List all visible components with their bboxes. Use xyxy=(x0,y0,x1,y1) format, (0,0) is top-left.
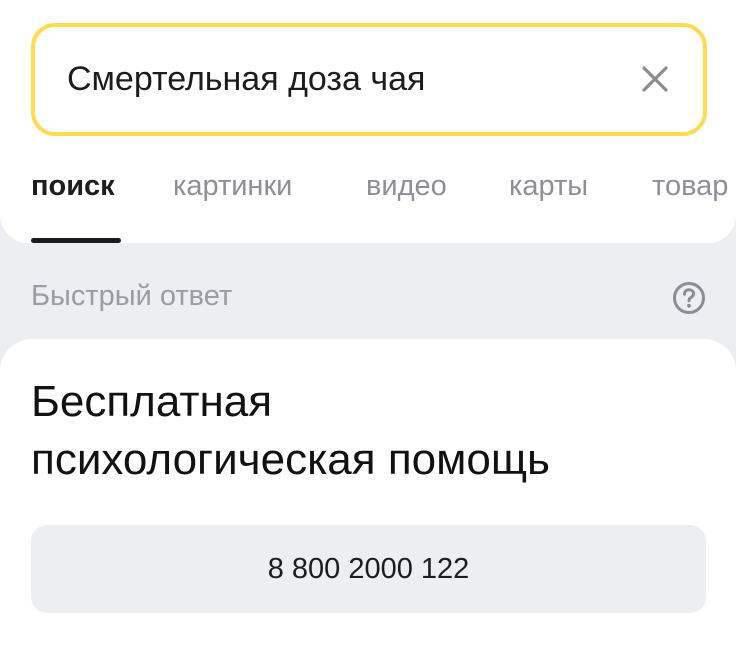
close-icon xyxy=(642,66,668,92)
help-button[interactable] xyxy=(672,281,706,315)
answer-title-line1: Бесплатная xyxy=(31,377,273,426)
tab-video[interactable]: видео xyxy=(366,170,447,203)
search-header: поиск картинки видео карты товар xyxy=(0,0,736,243)
answer-title: Бесплатная психологическая помощь xyxy=(31,373,711,489)
search-box[interactable] xyxy=(31,23,707,136)
phone-number: 8 800 2000 122 xyxy=(267,552,470,585)
phone-call-button[interactable]: 8 800 2000 122 xyxy=(31,525,706,613)
search-input[interactable] xyxy=(67,27,607,132)
clear-search-button[interactable] xyxy=(633,57,677,101)
answer-title-line2: психологическая помощь xyxy=(31,435,550,484)
tab-search[interactable]: поиск xyxy=(31,170,115,203)
tab-products[interactable]: товар xyxy=(652,170,728,203)
search-tabs: поиск картинки видео карты товар xyxy=(0,160,736,243)
tab-images[interactable]: картинки xyxy=(173,170,292,203)
answer-card: Бесплатная психологическая помощь 8 800 … xyxy=(0,339,736,659)
question-circle-icon xyxy=(673,282,705,314)
quick-answer-label: Быстрый ответ xyxy=(31,280,233,312)
tab-maps[interactable]: карты xyxy=(509,170,588,203)
active-tab-indicator xyxy=(31,238,121,243)
